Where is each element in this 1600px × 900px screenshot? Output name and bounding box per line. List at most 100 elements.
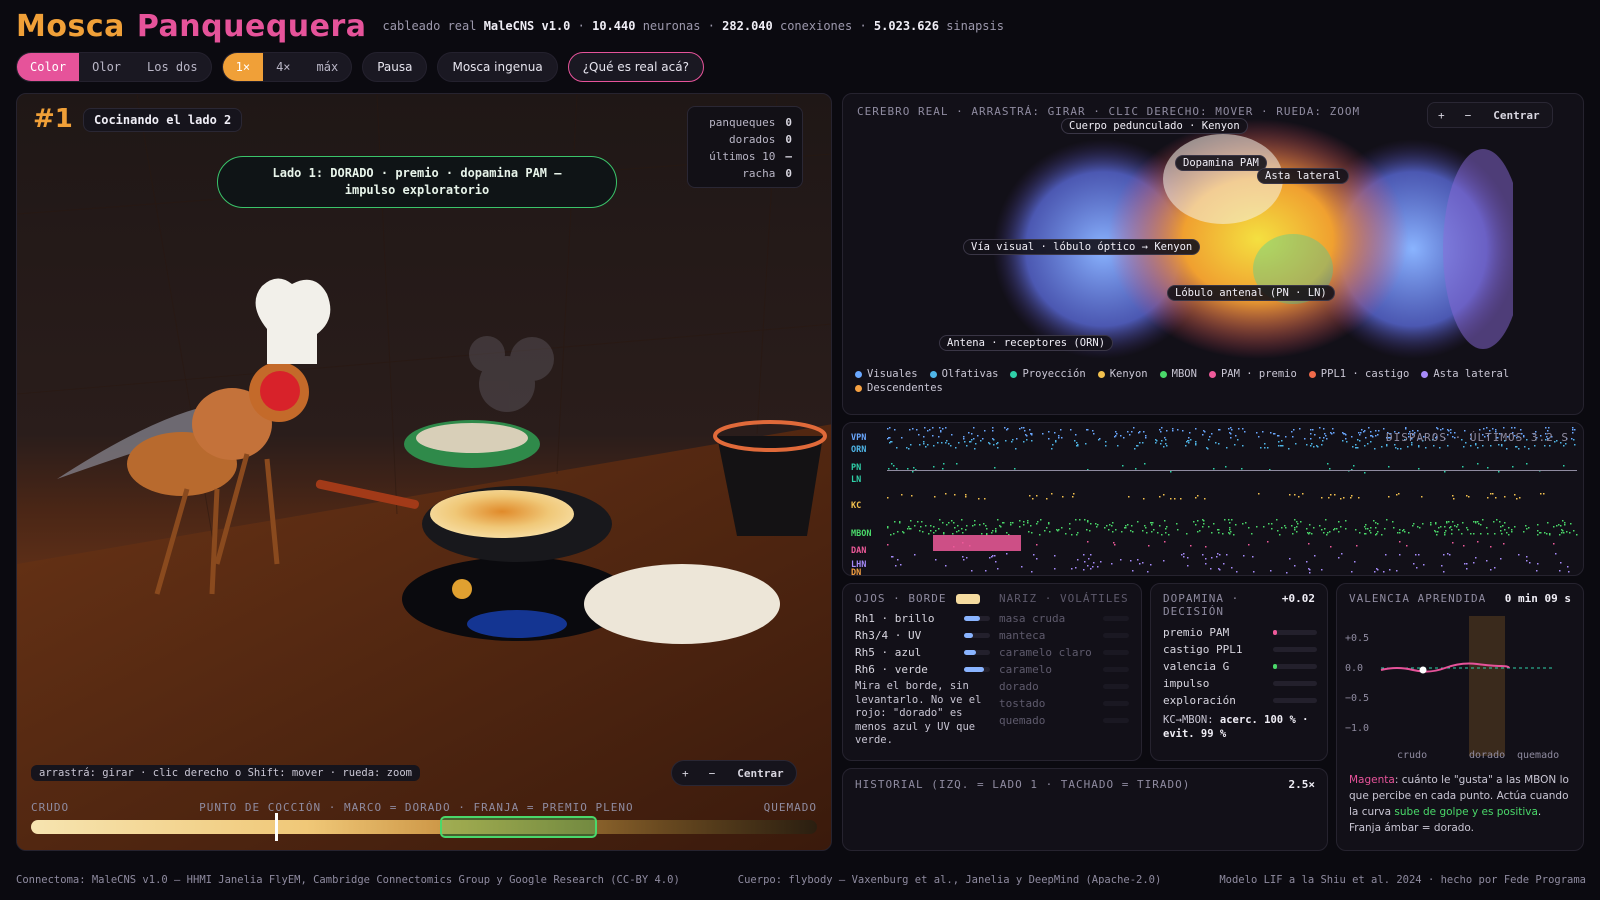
spike-dot [1054, 568, 1056, 570]
volatile-bar [1103, 701, 1129, 706]
spike-dot [1397, 448, 1399, 450]
spike-dot [1288, 448, 1290, 450]
spike-dot [1308, 533, 1310, 535]
spike-dot [1296, 521, 1298, 523]
spike-dot [1114, 544, 1116, 546]
legend-item: Kenyon [1097, 368, 1148, 380]
spike-dot [1121, 531, 1123, 533]
spike-dot [1130, 560, 1132, 562]
spike-dot [1108, 529, 1110, 531]
spike-dot [1446, 522, 1448, 524]
spike-dot [1461, 533, 1463, 535]
spike-dot [1319, 525, 1321, 527]
spike-dot [973, 438, 975, 440]
spike-dot [991, 532, 993, 534]
spike-dot [1289, 558, 1291, 560]
mode-both-button[interactable]: Los dos [134, 53, 211, 81]
spike-dot [992, 530, 994, 532]
speed-max-button[interactable]: máx [304, 53, 352, 81]
spike-dot [1558, 524, 1560, 526]
spike-dot [1319, 427, 1321, 429]
spike-dot [1572, 432, 1574, 434]
meter-marker[interactable] [274, 813, 278, 841]
spike-dot [1145, 527, 1147, 529]
spike-dot [1218, 568, 1220, 570]
spike-dot [1375, 522, 1377, 524]
speed-1x-button[interactable]: 1× [222, 53, 264, 81]
spike-dot [1375, 527, 1377, 529]
spike-dot [1263, 526, 1265, 528]
spike-dot [1023, 521, 1025, 523]
spike-dot [1294, 527, 1296, 529]
spike-dot [1156, 440, 1158, 442]
golden-zone [439, 816, 597, 838]
brain-label-antenna: Antena · receptores (ORN) [939, 335, 1114, 351]
spike-dot [1549, 534, 1551, 536]
valence-note: Magenta: cuánto le "gusta" a las MBON lo… [1349, 772, 1575, 836]
naive-fly-button[interactable]: Mosca ingenua [437, 52, 558, 82]
kitchen-scene[interactable]: #1 Cocinando el lado 2 Lado 1: DORADO · … [16, 93, 832, 851]
spike-dot [978, 498, 980, 500]
spike-dot [890, 534, 892, 536]
spike-dot [1376, 568, 1378, 570]
spike-dot [1512, 466, 1514, 468]
spike-dot [1457, 524, 1459, 526]
spike-dot [1117, 445, 1119, 447]
photoreceptor-fill [964, 616, 980, 621]
spike-dot [1211, 433, 1213, 435]
scene-zoom-in-button[interactable]: + [672, 767, 699, 780]
pause-button[interactable]: Pausa [362, 52, 428, 82]
cook-meter[interactable] [31, 813, 817, 841]
spike-dot [1242, 428, 1244, 430]
scene-zoom-out-button[interactable]: − [699, 767, 726, 780]
spike-dot [1211, 557, 1213, 559]
current-point [1419, 666, 1427, 674]
spike-dot [1109, 524, 1111, 526]
valence-panel: VALENCIA APRENDIDA 0 min 09 s +0.5 0.0 −… [1336, 583, 1584, 851]
spike-dot [1127, 431, 1129, 433]
spike-dot [930, 530, 932, 532]
spike-dot [963, 436, 965, 438]
speed-4x-button[interactable]: 4× [263, 53, 303, 81]
spike-dot [1205, 558, 1207, 560]
spike-dot [1388, 466, 1390, 468]
spike-dot [1399, 554, 1401, 556]
spike-dot [965, 529, 967, 531]
spike-dot [1549, 445, 1551, 447]
photoreceptor-bar [964, 616, 990, 621]
spike-dot [1570, 523, 1572, 525]
meter-burnt-label: QUEMADO [763, 801, 817, 814]
spike-dot [1031, 571, 1033, 573]
spike-dot [1377, 523, 1379, 525]
spike-dot [946, 440, 948, 442]
spike-dot [1083, 554, 1085, 556]
mode-olor-button[interactable]: Olor [79, 53, 134, 81]
brain-panel[interactable]: CEREBRO REAL · ARRASTRÁ: GIRAR · CLIC DE… [842, 93, 1584, 415]
spike-dot [1166, 526, 1168, 528]
spike-dot [927, 430, 929, 432]
dopamine-bar [1273, 647, 1317, 652]
spike-dot [1480, 524, 1482, 526]
dopamine-row: castigo PPL1 [1163, 641, 1317, 658]
spike-dot [962, 532, 964, 534]
spike-dot [1187, 557, 1189, 559]
spike-dot [1572, 427, 1574, 429]
mode-color-button[interactable]: Color [17, 53, 80, 81]
history-title: HISTORIAL (IZQ. = LADO 1 · TACHADO = TIR… [855, 778, 1191, 791]
photoreceptor-fill [964, 667, 984, 672]
dopamine-row: premio PAM [1163, 624, 1317, 641]
spike-dot [1336, 528, 1338, 530]
spike-dot [1123, 437, 1125, 439]
spike-dot [1218, 443, 1220, 445]
scene-center-button[interactable]: Centrar [725, 767, 795, 780]
spike-dot [1364, 472, 1366, 474]
spike-dot [1306, 561, 1308, 563]
spike-dot [1207, 448, 1209, 450]
spike-dot [1326, 534, 1328, 536]
spike-dot [1492, 493, 1494, 495]
spike-dot [982, 438, 984, 440]
spike-dot [1193, 521, 1195, 523]
spike-dot [1166, 430, 1168, 432]
whats-real-button[interactable]: ¿Qué es real acá? [567, 52, 704, 82]
spike-dot [1543, 493, 1545, 495]
